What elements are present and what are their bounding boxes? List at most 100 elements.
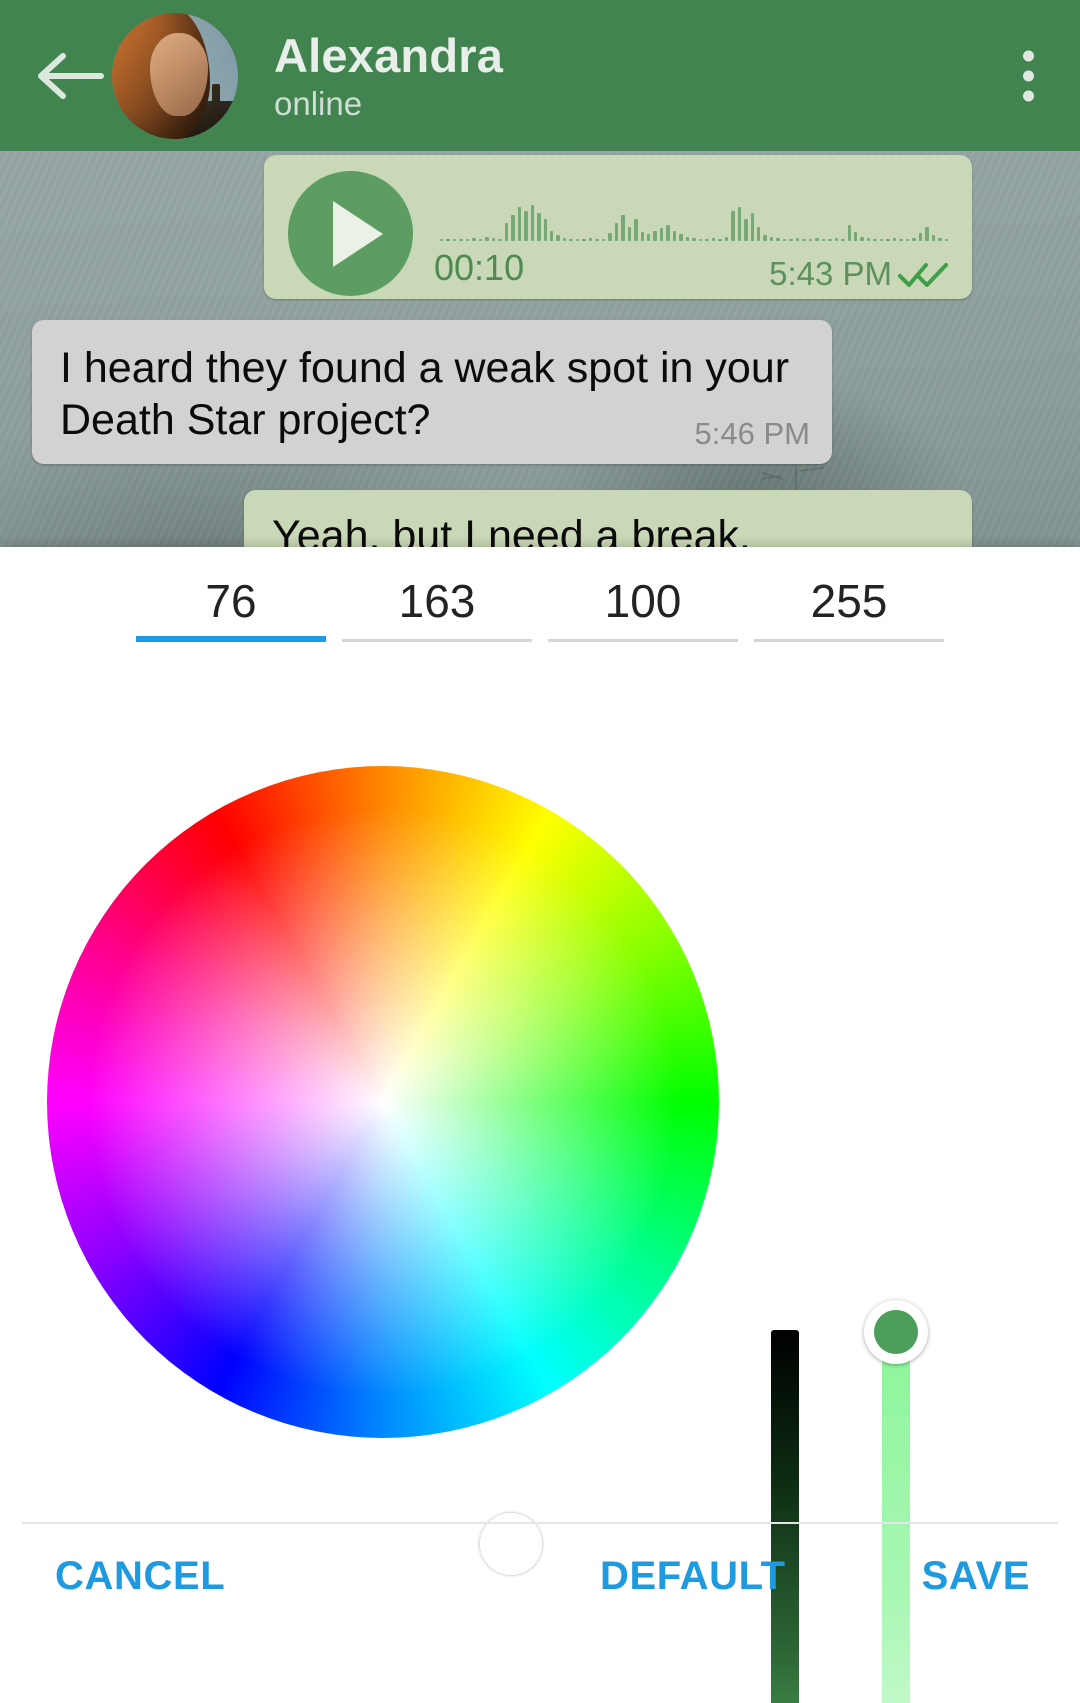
waveform-bar <box>705 239 708 241</box>
waveform-bar <box>763 235 766 241</box>
waveform-bar <box>848 225 851 241</box>
waveform-bar <box>446 239 449 241</box>
waveform-bar <box>751 213 754 241</box>
cancel-button[interactable]: CANCEL <box>55 1554 225 1599</box>
contact-name: Alexandra <box>274 31 503 80</box>
waveform-bar <box>647 234 650 241</box>
play-icon <box>333 201 383 267</box>
waveform-bar <box>518 207 521 241</box>
waveform-bar <box>505 223 508 241</box>
waveform-bar <box>466 239 469 241</box>
avatar[interactable] <box>112 13 238 139</box>
waveform-bar <box>582 239 585 241</box>
waveform-bar <box>498 239 501 241</box>
waveform-bar <box>621 215 624 241</box>
save-button[interactable]: SAVE <box>922 1554 1030 1599</box>
hsv-color-wheel[interactable] <box>47 766 719 1438</box>
back-button[interactable] <box>22 0 118 151</box>
waveform-bar <box>595 239 598 241</box>
contact-info[interactable]: Alexandra online <box>274 31 503 119</box>
tab-channel-2[interactable]: 100 <box>540 574 746 642</box>
waveform-bar <box>841 239 844 241</box>
waveform-bar <box>725 237 728 241</box>
message-timestamp: 5:46 PM <box>695 416 810 452</box>
waveform-bar <box>738 207 741 241</box>
color-picker-body: CANCEL DEFAULT SAVE <box>0 642 1080 1497</box>
waveform-bar <box>666 225 669 241</box>
tab-value: 163 <box>399 575 476 627</box>
default-button[interactable]: DEFAULT <box>600 1554 786 1599</box>
waveform-bar <box>809 239 812 241</box>
waveform-bar <box>718 239 721 241</box>
back-arrow-icon <box>35 48 105 104</box>
tab-value: 100 <box>605 575 682 627</box>
waveform-bar <box>912 238 915 241</box>
waveform-bar <box>938 238 941 241</box>
alpha-slider-thumb[interactable] <box>864 1300 928 1364</box>
waveform-bar <box>932 235 935 241</box>
wallpaper-twig <box>762 475 780 480</box>
waveform-bar <box>712 238 715 241</box>
tab-value: 76 <box>205 575 256 627</box>
waveform-bar <box>796 238 799 241</box>
waveform-bar <box>556 235 559 241</box>
waveform-bar <box>472 238 475 241</box>
waveform-bar <box>589 238 592 241</box>
waveform-bar <box>679 234 682 241</box>
waveform-bar <box>776 238 779 241</box>
tab-value: 255 <box>811 575 888 627</box>
message-text: I heard they found a weak spot in your D… <box>60 342 804 447</box>
voice-waveform[interactable] <box>440 181 948 241</box>
waveform-bar <box>524 211 527 241</box>
waveform-bar <box>873 239 876 241</box>
waveform-bar <box>459 239 462 241</box>
waveform-bar <box>563 238 566 241</box>
waveform-bar <box>615 223 618 241</box>
wallpaper-twig <box>762 472 784 480</box>
waveform-bar <box>731 211 734 241</box>
waveform-bar <box>770 237 773 241</box>
waveform-bar <box>634 219 637 241</box>
waveform-bar <box>686 237 689 241</box>
waveform-bar <box>854 232 857 241</box>
overflow-menu-icon[interactable] <box>1023 50 1034 101</box>
waveform-bar <box>783 239 786 241</box>
waveform-bar <box>744 219 747 241</box>
waveform-bar <box>511 215 514 241</box>
wallpaper-twig <box>800 467 824 472</box>
play-button[interactable] <box>288 171 413 296</box>
channel-tabs: 76 163 100 255 <box>0 547 1080 642</box>
waveform-bar <box>602 239 605 241</box>
tab-channel-1[interactable]: 163 <box>334 574 540 642</box>
waveform-bar <box>440 239 443 241</box>
waveform-bar <box>453 239 456 241</box>
contact-status: online <box>274 87 503 120</box>
tab-channel-3[interactable]: 255 <box>746 574 952 642</box>
waveform-bar <box>835 238 838 241</box>
message-bubble-incoming[interactable]: I heard they found a weak spot in your D… <box>32 320 832 464</box>
waveform-bar <box>653 231 656 241</box>
screen-root: 00:10 5:43 PM I heard they found a weak … <box>0 0 1080 1703</box>
voice-message-bubble[interactable]: 00:10 5:43 PM <box>264 155 972 299</box>
waveform-bar <box>828 239 831 241</box>
waveform-bar <box>919 233 922 241</box>
color-picker-dialog: 76 163 100 255 <box>0 547 1080 1703</box>
waveform-bar <box>886 239 889 241</box>
waveform-bar <box>880 239 883 241</box>
waveform-bar <box>860 237 863 241</box>
waveform-bar <box>479 239 482 241</box>
waveform-bar <box>628 227 631 241</box>
waveform-bar <box>789 239 792 241</box>
waveform-bar <box>550 231 553 241</box>
message-timestamp: 5:43 PM <box>769 255 892 293</box>
waveform-bar <box>802 239 805 241</box>
tab-channel-0[interactable]: 76 <box>128 574 334 642</box>
double-check-icon <box>898 261 950 287</box>
waveform-bar <box>492 238 495 241</box>
waveform-bar <box>925 227 928 241</box>
waveform-bar <box>815 238 818 241</box>
waveform-bar <box>822 239 825 241</box>
waveform-bar <box>641 232 644 241</box>
waveform-bar <box>893 238 896 241</box>
waveform-bar <box>576 239 579 241</box>
